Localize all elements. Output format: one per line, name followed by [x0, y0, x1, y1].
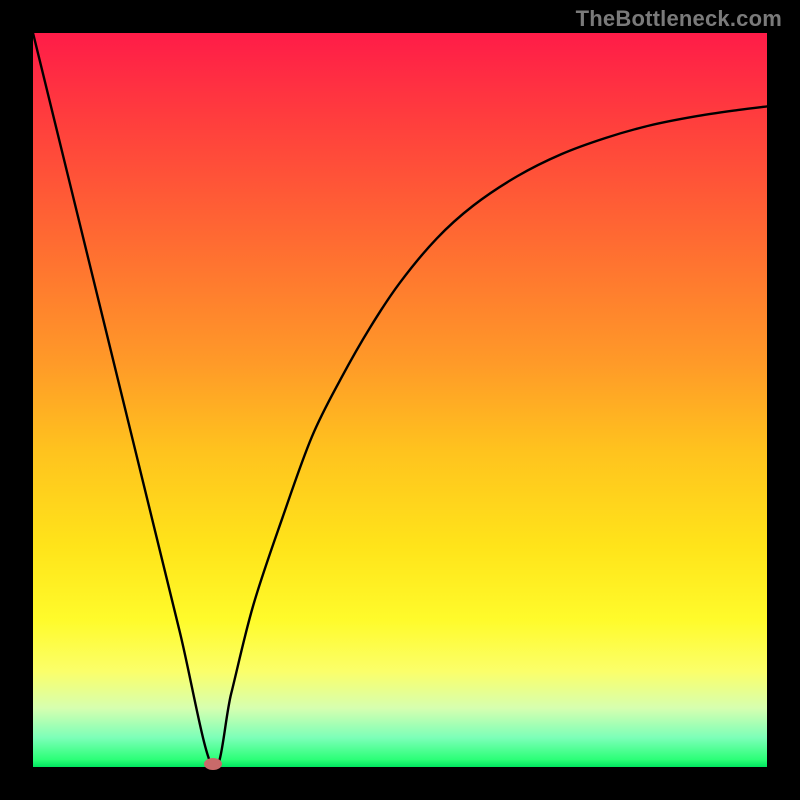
bottleneck-curve — [33, 33, 767, 767]
watermark-text: TheBottleneck.com — [576, 6, 782, 32]
min-marker — [204, 758, 222, 770]
chart-svg — [33, 33, 767, 767]
